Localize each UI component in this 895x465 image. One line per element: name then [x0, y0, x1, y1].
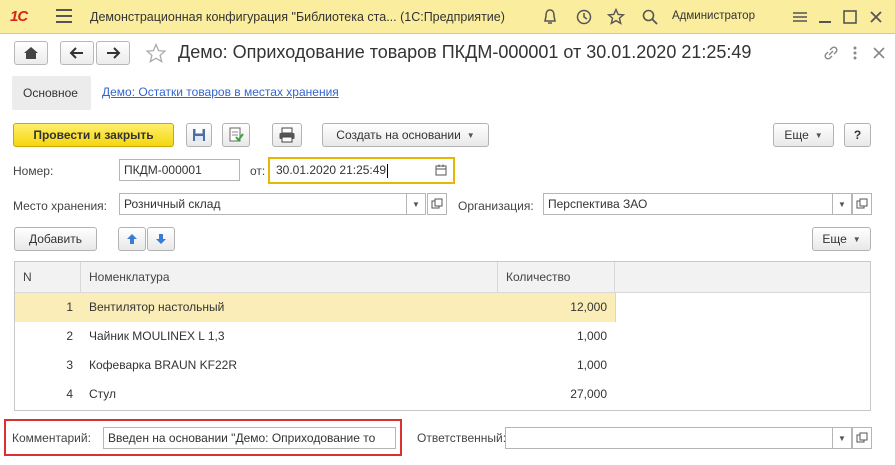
minimize-icon[interactable]: [815, 7, 835, 27]
storage-dropdown-button[interactable]: ▼: [406, 193, 426, 215]
organization-field[interactable]: Перспектива ЗАО: [543, 193, 833, 215]
tab-main[interactable]: Основное: [12, 76, 91, 110]
save-icon: [193, 129, 205, 141]
table-row[interactable]: 3 Кофеварка BRAUN KF22R 1,000: [15, 351, 870, 380]
favorites-icon[interactable]: [606, 7, 626, 27]
move-down-button[interactable]: [147, 227, 175, 251]
responsible-label: Ответственный:: [417, 431, 507, 445]
arrow-up-icon: [127, 234, 137, 244]
create-based-on-label: Создать на основании: [336, 128, 461, 142]
chevron-down-icon: ▼: [466, 130, 475, 140]
table-more-button[interactable]: Еще ▼: [812, 227, 871, 251]
column-header-n[interactable]: N: [15, 262, 81, 293]
document-title: Демо: Оприходование товаров ПКДМ-000001 …: [178, 42, 752, 62]
table-more-label: Еще: [822, 232, 847, 246]
responsible-field[interactable]: [505, 427, 833, 449]
calendar-icon[interactable]: [434, 163, 448, 177]
home-button[interactable]: [14, 41, 48, 65]
number-label: Номер:: [13, 164, 54, 178]
table-row[interactable]: 1 Вентилятор настольный 12,000: [15, 293, 870, 322]
form-close-icon[interactable]: [870, 44, 888, 62]
row-number: 2: [66, 329, 73, 343]
arrow-right-icon: [107, 47, 121, 59]
settings-menu-icon[interactable]: [790, 7, 810, 27]
table-header: N Номенклатура Количество: [15, 262, 870, 293]
table-row[interactable]: 4 Стул 27,000: [15, 380, 870, 409]
responsible-open-button[interactable]: [852, 427, 872, 449]
close-icon[interactable]: [866, 7, 886, 27]
maximize-icon[interactable]: [840, 7, 860, 27]
column-header-quantity[interactable]: Количество: [498, 262, 615, 293]
date-field[interactable]: 30.01.2020 21:25:49: [268, 157, 455, 184]
window-title: Демонстрационная конфигурация "Библиотек…: [90, 10, 505, 24]
favorite-star-icon[interactable]: [144, 42, 168, 66]
more-dots-icon[interactable]: [846, 44, 864, 62]
date-label: от:: [250, 164, 266, 178]
row-quantity: 12,000: [570, 300, 607, 314]
organization-open-button[interactable]: [852, 193, 872, 215]
more-actions-button[interactable]: Еще ▼: [773, 123, 834, 147]
tab-main-label: Основное: [23, 86, 78, 100]
chevron-down-icon: ▼: [412, 199, 420, 209]
goods-table[interactable]: N Номенклатура Количество 1 Вентилятор н…: [14, 261, 871, 411]
row-item: Вентилятор настольный: [89, 300, 225, 314]
tab-stock-link[interactable]: Демо: Остатки товаров в местах хранения: [102, 85, 339, 99]
row-item: Кофеварка BRAUN KF22R: [89, 358, 238, 372]
menu-icon[interactable]: [56, 9, 72, 23]
chevron-down-icon: ▼: [838, 199, 846, 209]
row-number: 4: [66, 387, 73, 401]
create-based-on-button[interactable]: Создать на основании ▼: [322, 123, 489, 147]
help-button[interactable]: ?: [844, 123, 871, 147]
chevron-down-icon: ▼: [852, 234, 861, 244]
forward-button[interactable]: [96, 41, 130, 65]
row-quantity: 1,000: [576, 329, 607, 343]
add-row-button[interactable]: Добавить: [14, 227, 97, 251]
organization-label: Организация:: [458, 199, 534, 213]
row-item: Стул: [89, 387, 117, 401]
back-button[interactable]: [60, 41, 94, 65]
post-button[interactable]: [222, 123, 250, 147]
history-icon[interactable]: [574, 7, 594, 27]
storage-field[interactable]: Розничный склад: [119, 193, 407, 215]
save-button[interactable]: [186, 123, 212, 147]
comment-field[interactable]: Введен на основании "Демо: Оприходование…: [103, 427, 396, 449]
organization-dropdown-button[interactable]: ▼: [832, 193, 852, 215]
post-and-close-button[interactable]: Провести и закрыть: [13, 123, 174, 147]
storage-open-button[interactable]: [427, 193, 447, 215]
bell-icon[interactable]: [540, 7, 560, 27]
app-titlebar: 1С Демонстрационная конфигурация "Библио…: [0, 0, 895, 34]
arrow-left-icon: [69, 47, 83, 59]
number-field[interactable]: ПКДМ-000001: [119, 159, 240, 181]
current-user[interactable]: Администратор: [672, 10, 755, 22]
column-header-item[interactable]: Номенклатура: [81, 262, 498, 293]
responsible-dropdown-button[interactable]: ▼: [832, 427, 852, 449]
table-row[interactable]: 2 Чайник MOULINEX L 1,3 1,000: [15, 322, 870, 351]
post-document-icon: [229, 127, 244, 142]
move-up-button[interactable]: [118, 227, 146, 251]
open-form-icon: [856, 432, 868, 443]
chevron-down-icon: ▼: [838, 433, 846, 443]
row-quantity: 27,000: [570, 387, 607, 401]
search-icon[interactable]: [640, 7, 660, 27]
date-value: 30.01.2020 21:25:49: [276, 163, 387, 177]
row-empty-cell: [615, 293, 870, 322]
chevron-down-icon: ▼: [814, 130, 823, 140]
row-number: 3: [66, 358, 73, 372]
home-icon: [24, 47, 38, 59]
link-icon[interactable]: [822, 44, 840, 62]
print-button[interactable]: [272, 123, 302, 147]
storage-label: Место хранения:: [13, 199, 107, 213]
print-icon: [279, 127, 295, 143]
open-form-icon: [856, 198, 868, 209]
arrow-down-icon: [156, 234, 166, 244]
column-header-empty: [615, 262, 870, 293]
open-form-icon: [431, 198, 443, 209]
more-actions-label: Еще: [784, 128, 809, 142]
row-quantity: 1,000: [576, 358, 607, 372]
comment-label: Комментарий:: [12, 431, 91, 445]
app-logo: 1С: [10, 8, 28, 25]
row-item: Чайник MOULINEX L 1,3: [89, 329, 225, 343]
text-cursor: [387, 163, 389, 178]
row-number: 1: [66, 300, 73, 314]
